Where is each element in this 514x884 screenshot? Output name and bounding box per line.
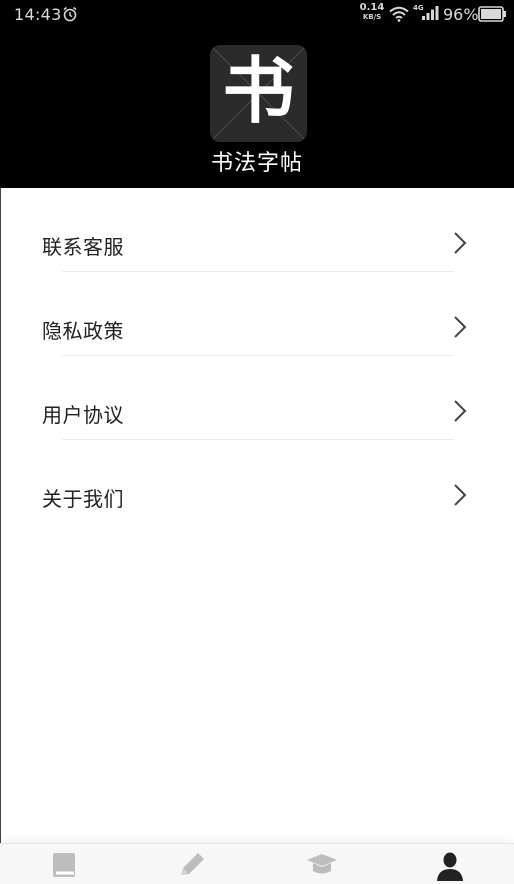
- bottom-tab-bar: [0, 843, 514, 884]
- menu-item-contact-support[interactable]: 联系客服: [0, 188, 514, 272]
- chevron-right-icon: [454, 484, 467, 506]
- logo-character: 书: [222, 48, 295, 133]
- chevron-right-icon: [454, 232, 467, 254]
- chevron-right-icon: [454, 400, 467, 422]
- menu-item-user-agreement[interactable]: 用户协议: [0, 356, 514, 440]
- tab-practice[interactable]: [128, 844, 256, 884]
- settings-menu: 联系客服 隐私政策 用户协议 关于我们: [0, 188, 514, 524]
- pencil-icon: [181, 853, 204, 875]
- menu-item-about-us[interactable]: 关于我们: [0, 440, 514, 524]
- tab-library[interactable]: [0, 844, 128, 884]
- alarm-clock-icon: [63, 6, 77, 22]
- battery-icon: [478, 6, 506, 22]
- menu-item-label: 关于我们: [42, 487, 124, 511]
- book-icon: [53, 853, 75, 877]
- tab-learn[interactable]: [258, 844, 386, 884]
- app-logo: 书: [210, 45, 307, 142]
- network-speed-value: 0.14: [359, 2, 385, 13]
- status-time: 14:43: [14, 5, 62, 24]
- graduation-cap-icon: [307, 854, 337, 874]
- battery-percentage: 96%: [443, 5, 479, 24]
- wifi-icon: [389, 6, 409, 22]
- menu-item-label: 联系客服: [42, 235, 124, 259]
- app-header: 14:43 0.14 KB/S 4G 96% 书 书法字帖: [0, 0, 514, 188]
- app-name: 书法字帖: [210, 151, 303, 176]
- status-bar: 14:43 0.14 KB/S 4G 96%: [0, 0, 514, 28]
- menu-item-privacy-policy[interactable]: 隐私政策: [0, 272, 514, 356]
- cell-signal-icon: [422, 6, 439, 20]
- menu-item-label: 用户协议: [42, 403, 124, 427]
- tab-profile[interactable]: [386, 844, 514, 884]
- network-speed: 0.14 KB/S: [358, 3, 386, 22]
- user-icon: [437, 852, 463, 881]
- chevron-right-icon: [454, 316, 467, 338]
- network-speed-unit: KB/S: [362, 13, 382, 21]
- menu-item-label: 隐私政策: [42, 319, 124, 343]
